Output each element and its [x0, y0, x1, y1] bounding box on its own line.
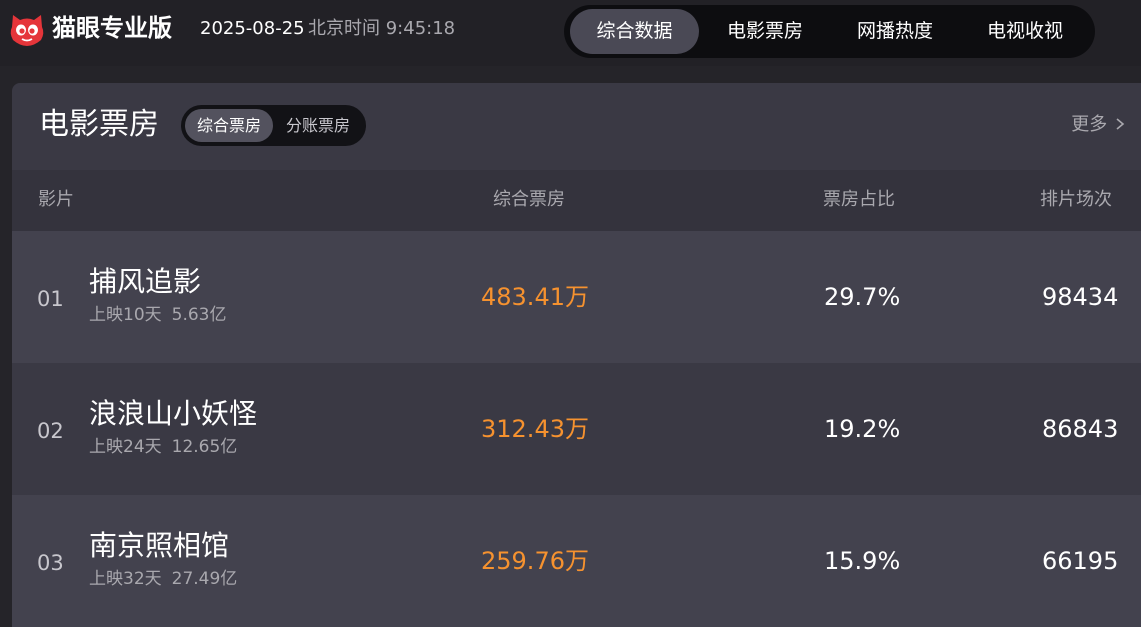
film-release-info: 上映32天 27.49亿 — [89, 568, 237, 590]
maoyan-cat-logo-icon[interactable] — [7, 9, 47, 49]
current-date: 2025-08-25 — [200, 18, 305, 39]
film-title[interactable]: 捕风追影 — [89, 264, 201, 300]
tab-web-streaming-heat[interactable]: 网播热度 — [830, 9, 960, 54]
table-row[interactable]: 01 捕风追影 上映10天 5.63亿 483.41万 29.7% 98434 — [12, 231, 1141, 363]
film-release-info: 上映10天 5.63亿 — [89, 304, 227, 326]
cumulative-box-office: 27.49亿 — [171, 569, 238, 589]
box-office-type-switch: 综合票房 分账票房 — [181, 105, 366, 146]
release-days: 上映10天 — [89, 305, 162, 325]
release-days: 上映24天 — [89, 437, 162, 457]
film-title[interactable]: 浪浪山小妖怪 — [89, 396, 257, 432]
box-office-panel: 电影票房 综合票房 分账票房 更多 影片 综合票房 票房占比 排片场次 01 捕… — [12, 83, 1141, 627]
column-header-shows: 排片场次 — [1040, 189, 1112, 210]
tab-movie-box-office[interactable]: 电影票房 — [700, 9, 830, 54]
top-bar: 猫眼专业版 2025-08-25 北京时间 9:45:18 综合数据 电影票房 … — [0, 0, 1141, 66]
chevron-right-icon — [1116, 118, 1125, 130]
panel-header: 电影票房 综合票房 分账票房 更多 — [12, 83, 1141, 170]
brand-name[interactable]: 猫眼专业版 — [52, 12, 172, 44]
more-link[interactable]: 更多 — [1071, 113, 1127, 137]
cumulative-box-office: 12.65亿 — [171, 437, 238, 457]
tab-tv-ratings[interactable]: 电视收视 — [960, 9, 1090, 54]
film-title[interactable]: 南京照相馆 — [89, 528, 229, 564]
film-release-info: 上映24天 12.65亿 — [89, 436, 237, 458]
column-header-film: 影片 — [38, 189, 74, 210]
row-rank: 03 — [37, 551, 64, 575]
share-value: 15.9% — [824, 547, 901, 575]
share-value: 29.7% — [824, 283, 901, 311]
table-row[interactable]: 02 浪浪山小妖怪 上映24天 12.65亿 312.43万 19.2% 8684… — [12, 363, 1141, 495]
segment-overall-box-office[interactable]: 综合票房 — [185, 109, 273, 142]
table-header: 影片 综合票房 票房占比 排片场次 — [12, 170, 1141, 231]
segment-split-box-office[interactable]: 分账票房 — [274, 109, 362, 142]
column-header-share: 票房占比 — [823, 189, 895, 210]
share-value: 19.2% — [824, 415, 901, 443]
shows-value: 86843 — [1042, 415, 1119, 443]
table-row[interactable]: 03 南京照相馆 上映32天 27.49亿 259.76万 15.9% 66195 — [12, 495, 1141, 627]
more-label: 更多 — [1071, 114, 1108, 135]
tab-overall-data[interactable]: 综合数据 — [570, 9, 699, 54]
gross-value: 259.76万 — [481, 547, 589, 575]
panel-title: 电影票房 — [39, 107, 159, 142]
beijing-time: 北京时间 9:45:18 — [308, 18, 456, 39]
column-header-gross: 综合票房 — [493, 189, 565, 210]
shows-value: 66195 — [1042, 547, 1119, 575]
release-days: 上映32天 — [89, 569, 162, 589]
cumulative-box-office: 5.63亿 — [171, 305, 227, 325]
row-rank: 01 — [37, 287, 64, 311]
shows-value: 98434 — [1042, 283, 1119, 311]
row-rank: 02 — [37, 419, 64, 443]
top-nav-tabs: 综合数据 电影票房 网播热度 电视收视 — [564, 5, 1095, 58]
gross-value: 483.41万 — [481, 283, 589, 311]
gross-value: 312.43万 — [481, 415, 589, 443]
